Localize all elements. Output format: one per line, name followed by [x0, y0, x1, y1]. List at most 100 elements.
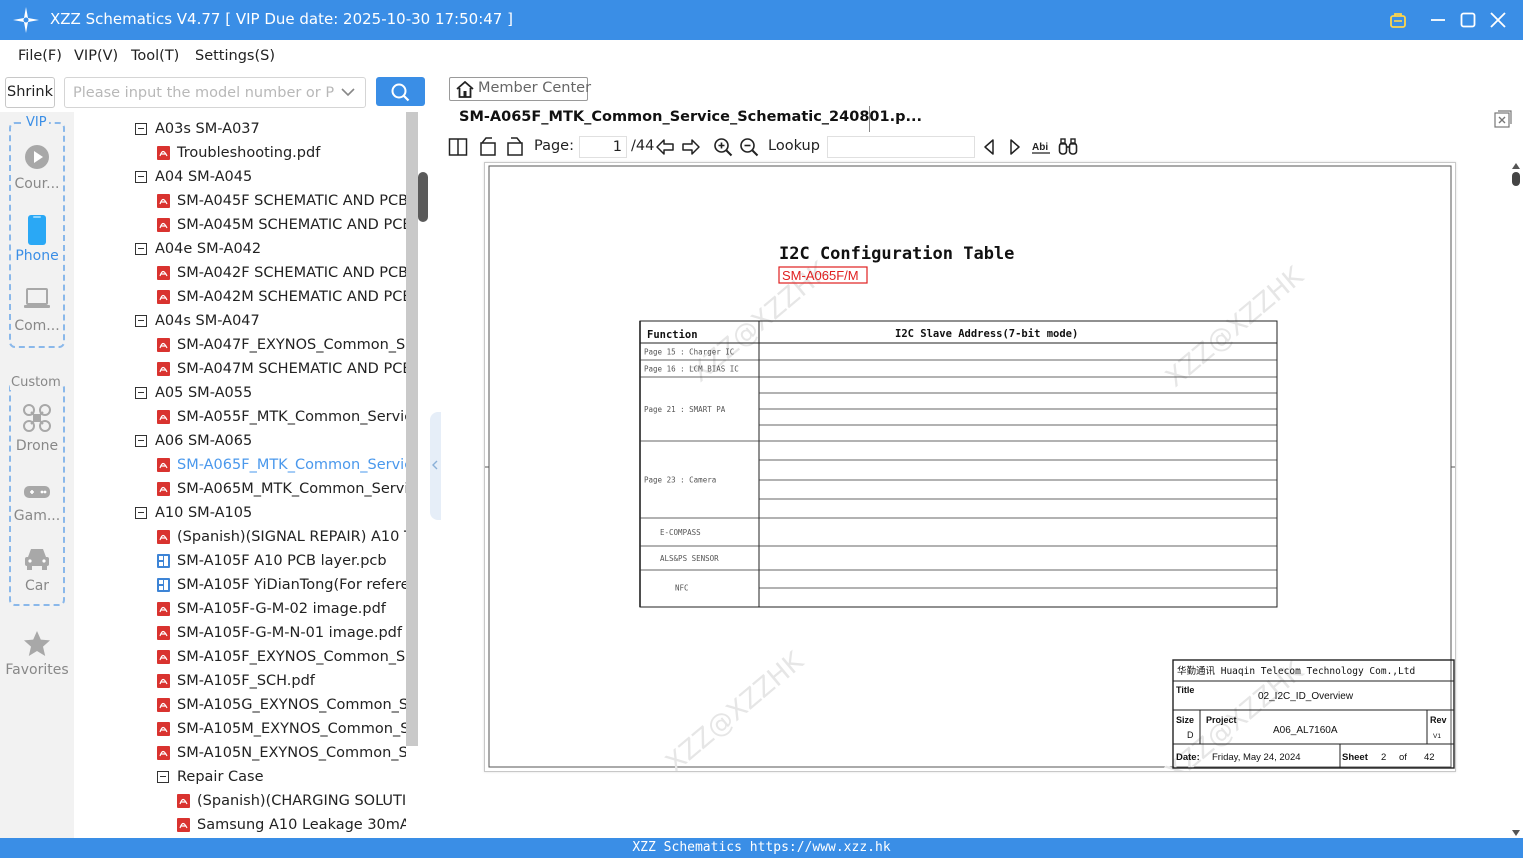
tree-node-label: SM-A105F-G-M-N-01 image.pdf	[177, 625, 402, 641]
page-number-input[interactable]	[579, 136, 627, 158]
tree-file-node[interactable]: (Spanish)(CHARGING SOLUTION	[74, 789, 406, 813]
tree-file-node[interactable]: SM-A105F YiDianTong(For referen	[74, 573, 406, 597]
tree-file-node[interactable]: SM-A045M SCHEMATIC AND PCB.	[74, 213, 406, 237]
tree-folder-node[interactable]: A04 SM-A045	[74, 165, 406, 189]
play-circle-icon	[25, 145, 49, 169]
nav-drone[interactable]: Drone	[0, 404, 74, 458]
tree-folder-node[interactable]: A03s SM-A037	[74, 117, 406, 141]
tree-file-node[interactable]: SM-A055F_MTK_Common_Service_	[74, 405, 406, 429]
chevron-left-icon	[432, 460, 438, 470]
tree-file-node[interactable]: SM-A105F-G-M-N-01 image.pdf	[74, 621, 406, 645]
binoculars-icon[interactable]	[1058, 137, 1078, 157]
tree-file-node[interactable]: Troubleshooting.pdf	[74, 141, 406, 165]
nav-car[interactable]: Car	[0, 546, 74, 600]
collapse-toggle-icon[interactable]	[135, 387, 147, 399]
menu-tool[interactable]: Tool(T)	[131, 48, 179, 64]
find-next-icon[interactable]	[1005, 137, 1025, 157]
scroll-up-arrow-icon[interactable]	[1511, 162, 1521, 170]
minimize-button[interactable]	[1424, 6, 1452, 34]
nav-phone[interactable]: Phone	[0, 214, 74, 268]
tree-file-node[interactable]: SM-A105M_EXYNOS_Common_Ser	[74, 717, 406, 741]
home-icon	[456, 81, 474, 98]
title-block: 华勤通讯 Huaqin Telecom Technology Com.,Ltd …	[1172, 659, 1455, 769]
vip-bag-icon[interactable]	[1384, 6, 1412, 34]
tree-file-node[interactable]: (Spanish)(SIGNAL REPAIR) A10 TEF	[74, 525, 406, 549]
pdf-file-icon	[177, 818, 190, 832]
tree-file-node[interactable]: SM-A105F A10 PCB layer.pcb	[74, 549, 406, 573]
match-case-icon[interactable]: Abi	[1031, 137, 1051, 157]
viewer-scrollbar-thumb[interactable]	[1512, 172, 1520, 186]
tree-folder-node[interactable]: A04s SM-A047	[74, 309, 406, 333]
model-search-combobox[interactable]	[64, 77, 366, 108]
rotate-left-icon[interactable]	[478, 137, 498, 157]
collapse-toggle-icon[interactable]	[135, 123, 147, 135]
tree-file-node[interactable]: SM-A042F SCHEMATIC AND PCB(	[74, 261, 406, 285]
tree-file-node[interactable]: SM-A045F SCHEMATIC AND PCB.p	[74, 189, 406, 213]
tree-file-node[interactable]: SM-A065F_MTK_Common_Service_	[74, 453, 406, 477]
chevron-down-icon[interactable]	[341, 87, 355, 97]
tree-file-node[interactable]: SM-A105F_EXYNOS_Common_Serv	[74, 645, 406, 669]
tree-node-label: (Spanish)(CHARGING SOLUTION	[197, 793, 406, 809]
table-row-label: Page 16 : LCM BIAS IC	[644, 365, 739, 374]
scroll-down-arrow-icon[interactable]	[1511, 829, 1521, 837]
nav-computer[interactable]: Com...	[0, 286, 74, 340]
collapse-toggle-icon[interactable]	[135, 315, 147, 327]
find-previous-icon[interactable]	[979, 137, 999, 157]
menu-settings[interactable]: Settings(S)	[195, 48, 275, 64]
tree-scrollbar-thumb[interactable]	[418, 172, 428, 222]
pdf-file-icon	[157, 698, 170, 712]
tree-file-node[interactable]: Samsung A10 Leakage 30mA Po	[74, 813, 406, 837]
tree-folder-node[interactable]: A05 SM-A055	[74, 381, 406, 405]
previous-page-icon[interactable]	[655, 137, 675, 157]
pdf-file-icon	[157, 482, 170, 496]
tree-file-node[interactable]: SM-A105F_SCH.pdf	[74, 669, 406, 693]
tab-separator	[869, 106, 870, 132]
collapse-toggle-icon[interactable]	[135, 243, 147, 255]
zoom-out-icon[interactable]	[739, 137, 759, 157]
pdf-file-icon	[157, 530, 170, 544]
status-bar: XZZ Schematics https://www.xzz.hk	[0, 838, 1523, 858]
two-page-view-icon[interactable]	[448, 137, 468, 157]
collapse-toggle-icon[interactable]	[135, 435, 147, 447]
nav-favorites[interactable]: Favorites	[0, 630, 74, 684]
tree-folder-node[interactable]: A04e SM-A042	[74, 237, 406, 261]
next-page-icon[interactable]	[681, 137, 701, 157]
zoom-in-icon[interactable]	[713, 137, 733, 157]
menu-vip[interactable]: VIP(V)	[74, 48, 118, 64]
tree-folder-node[interactable]: A06 SM-A065	[74, 429, 406, 453]
close-all-tabs-icon[interactable]	[1494, 110, 1512, 128]
tree-file-node[interactable]: SM-A042M SCHEMATIC AND PCB.	[74, 285, 406, 309]
collapse-toggle-icon[interactable]	[157, 771, 169, 783]
menu-file[interactable]: File(F)	[18, 48, 62, 64]
car-icon	[25, 549, 49, 570]
maximize-button[interactable]	[1454, 6, 1482, 34]
title-value: 02_I2C_ID_Overview	[1258, 691, 1354, 702]
collapse-toggle-icon[interactable]	[135, 507, 147, 519]
tree-file-node[interactable]: SM-A105F-G-M-02 image.pdf	[74, 597, 406, 621]
of-value: 42	[1424, 752, 1435, 763]
shrink-button[interactable]: Shrink	[5, 77, 55, 108]
company-name: 华勤通讯 Huaqin Telecom Technology Com.,Ltd	[1177, 665, 1415, 677]
tree-file-node[interactable]: SM-A105G_EXYNOS_Common_Serv	[74, 693, 406, 717]
tree-file-node[interactable]: SM-A047F_EXYNOS_Common_Serv	[74, 333, 406, 357]
close-button[interactable]	[1484, 6, 1512, 34]
document-tab[interactable]: SM-A065F_MTK_Common_Service_Schematic_24…	[459, 109, 922, 125]
lookup-input[interactable]	[827, 136, 975, 158]
tree-file-node[interactable]: SM-A065M_MTK_Common_Service	[74, 477, 406, 501]
search-button[interactable]	[376, 77, 425, 106]
member-center-button[interactable]: Member Center	[449, 77, 591, 101]
tree-file-node[interactable]: SM-A105N_EXYNOS_Common_Ser	[74, 741, 406, 765]
tree-folder-node[interactable]: A10 SM-A105	[74, 501, 406, 525]
of-label: of	[1399, 752, 1407, 763]
rotate-right-icon[interactable]	[505, 137, 525, 157]
tree-file-node[interactable]: SM-A047M SCHEMATIC AND PCB.	[74, 357, 406, 381]
nav-game[interactable]: Gam...	[0, 482, 74, 536]
nav-course[interactable]: Cour...	[0, 144, 74, 198]
collapse-handle[interactable]	[430, 412, 441, 520]
tree-folder-node[interactable]: Repair Case	[74, 765, 406, 789]
collapse-toggle-icon[interactable]	[135, 171, 147, 183]
search-input[interactable]	[73, 82, 335, 104]
tree-node-label: SM-A105F_SCH.pdf	[177, 673, 315, 689]
sheet-label: Sheet	[1342, 752, 1369, 763]
tree-scrollbar-track[interactable]	[406, 112, 418, 746]
